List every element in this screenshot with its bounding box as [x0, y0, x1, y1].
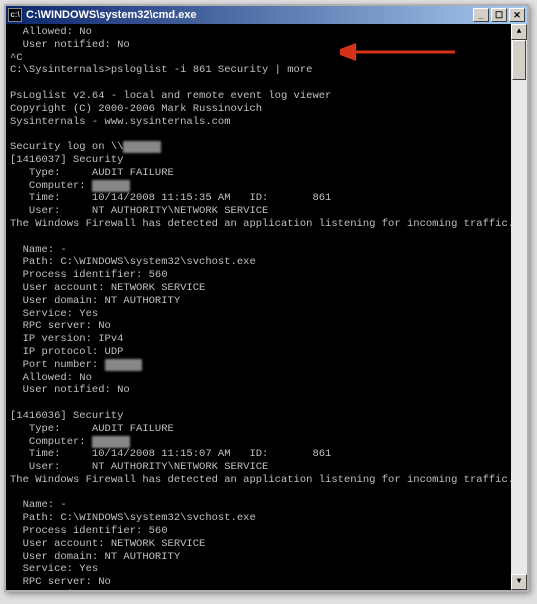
line: Name: -: [10, 244, 67, 256]
line: RPC server: No: [10, 320, 111, 332]
record-header: [1416036] Security: [10, 410, 123, 422]
scroll-thumb[interactable]: [512, 40, 526, 80]
line: User: NT AUTHORITY\NETWORK SERVICE: [10, 205, 268, 217]
console-output[interactable]: Allowed: No User notified: No ^C C:\Sysi…: [6, 24, 511, 590]
console-area: Allowed: No User notified: No ^C C:\Sysi…: [6, 24, 527, 590]
line: Path: C:\WINDOWS\system32\svchost.exe: [10, 256, 256, 268]
line: Process identifier: 560: [10, 269, 168, 281]
line: IP version: IPv4: [10, 589, 123, 590]
app-icon: c:\: [8, 8, 22, 22]
line: User account: NETWORK SERVICE: [10, 282, 205, 294]
line: Type: AUDIT FAILURE: [10, 167, 174, 179]
line: The Windows Firewall has detected an app…: [10, 218, 511, 230]
titlebar-text: C:\WINDOWS\system32\cmd.exe: [26, 9, 473, 21]
line: The Windows Firewall has detected an app…: [10, 474, 511, 486]
line: PsLoglist v2.64 - local and remote event…: [10, 90, 331, 102]
line: Computer:: [10, 180, 92, 192]
close-button[interactable]: ✕: [509, 8, 525, 22]
redacted-port: XXXXXX: [105, 359, 143, 371]
line: Copyright (C) 2000-2006 Mark Russinovich: [10, 103, 262, 115]
record-header: [1416037] Security: [10, 154, 123, 166]
line: User domain: NT AUTHORITY: [10, 295, 180, 307]
line: Time: 10/14/2008 11:15:07 AM ID: 861: [10, 448, 331, 460]
cmd-window: c:\ C:\WINDOWS\system32\cmd.exe _ ☐ ✕ Al…: [4, 4, 529, 592]
line: Security log on \\: [10, 141, 123, 153]
line: Allowed: No: [10, 26, 92, 38]
line: ^C: [10, 52, 23, 64]
line: Port number:: [10, 359, 105, 371]
titlebar[interactable]: c:\ C:\WINDOWS\system32\cmd.exe _ ☐ ✕: [6, 6, 527, 24]
line: Service: Yes: [10, 308, 98, 320]
line: Allowed: No: [10, 372, 92, 384]
line: RPC server: No: [10, 576, 111, 588]
line: User: NT AUTHORITY\NETWORK SERVICE: [10, 461, 268, 473]
command-line: C:\Sysinternals>psloglist -i 861 Securit…: [10, 64, 312, 76]
scroll-track[interactable]: [511, 40, 527, 574]
redacted-computer: XXXXXX: [92, 436, 130, 448]
line: User notified: No: [10, 384, 130, 396]
scroll-down-button[interactable]: ▼: [511, 574, 527, 590]
line: Time: 10/14/2008 11:15:35 AM ID: 861: [10, 192, 331, 204]
line: Computer:: [10, 436, 92, 448]
redacted-hostname: XXXXXX: [123, 141, 161, 153]
redacted-computer: XXXXXX: [92, 180, 130, 192]
line: User account: NETWORK SERVICE: [10, 538, 205, 550]
maximize-button[interactable]: ☐: [491, 8, 507, 22]
line: IP version: IPv4: [10, 333, 123, 345]
line: Path: C:\WINDOWS\system32\svchost.exe: [10, 512, 256, 524]
scroll-up-button[interactable]: ▲: [511, 24, 527, 40]
line: Type: AUDIT FAILURE: [10, 423, 174, 435]
line: Name: -: [10, 499, 67, 511]
line: Service: Yes: [10, 563, 98, 575]
minimize-button[interactable]: _: [473, 8, 489, 22]
window-controls: _ ☐ ✕: [473, 8, 525, 22]
line: User notified: No: [10, 39, 130, 51]
line: IP protocol: UDP: [10, 346, 123, 358]
line: Process identifier: 560: [10, 525, 168, 537]
line: User domain: NT AUTHORITY: [10, 551, 180, 563]
line: Sysinternals - www.sysinternals.com: [10, 116, 231, 128]
vertical-scrollbar[interactable]: ▲ ▼: [511, 24, 527, 590]
